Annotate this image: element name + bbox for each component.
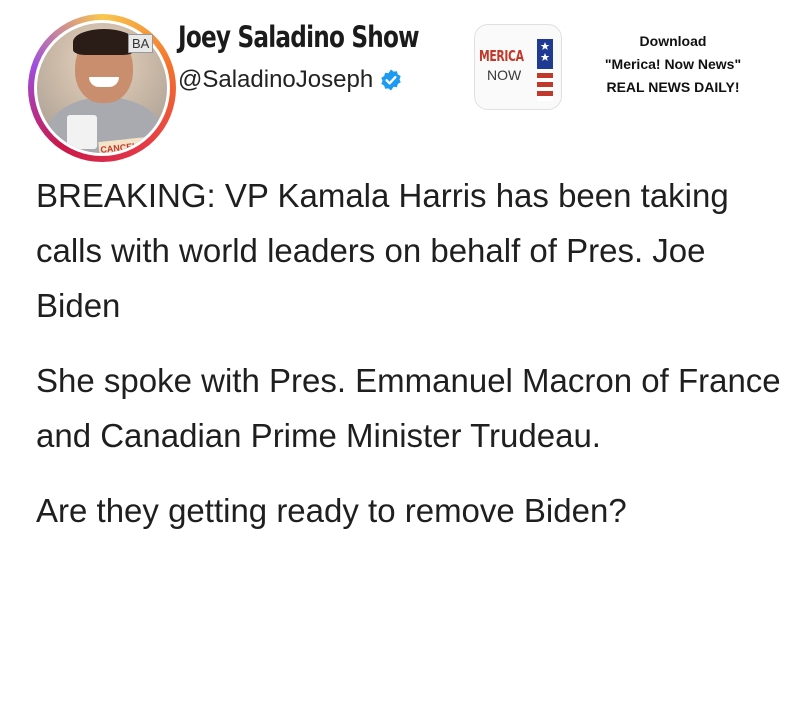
handle-row: @SaladinoJoseph	[178, 64, 403, 96]
post-paragraph-2: She spoke with Pres. Emmanuel Macron of …	[36, 362, 781, 454]
avatar-mug	[67, 115, 97, 149]
promo-line-tagline: REAL NEWS DAILY!	[606, 79, 740, 95]
post-paragraph-1: BREAKING: VP Kamala Harris has been taki…	[36, 177, 729, 324]
flag-bar-icon	[537, 39, 553, 101]
avatar-tag: BA	[128, 34, 154, 53]
user-handle[interactable]: @SaladinoJoseph	[178, 66, 373, 94]
promo-line-download: Download	[639, 33, 707, 49]
avatar-story-ring[interactable]: CANCELLED	[28, 14, 176, 162]
logo-now-text: NOW	[487, 67, 522, 83]
verified-badge-icon	[381, 69, 401, 91]
promo-line-app-name: "Merica! Now News"	[604, 56, 742, 72]
display-name[interactable]: Joey Saladino Show	[178, 20, 420, 54]
post-body: BREAKING: VP Kamala Harris has been taki…	[36, 168, 786, 558]
avatar-hair	[73, 29, 135, 55]
post-header: CANCELLED BA Joey Saladino Show @Saladin…	[0, 0, 800, 162]
post-paragraph-3: Are they getting ready to remove Biden?	[36, 492, 627, 529]
merica-now-logo[interactable]: MERICA NOW	[474, 24, 562, 110]
logo-merica-text: MERICA	[479, 47, 524, 65]
download-promo[interactable]: Download "Merica! Now News" REAL NEWS DA…	[570, 30, 776, 99]
